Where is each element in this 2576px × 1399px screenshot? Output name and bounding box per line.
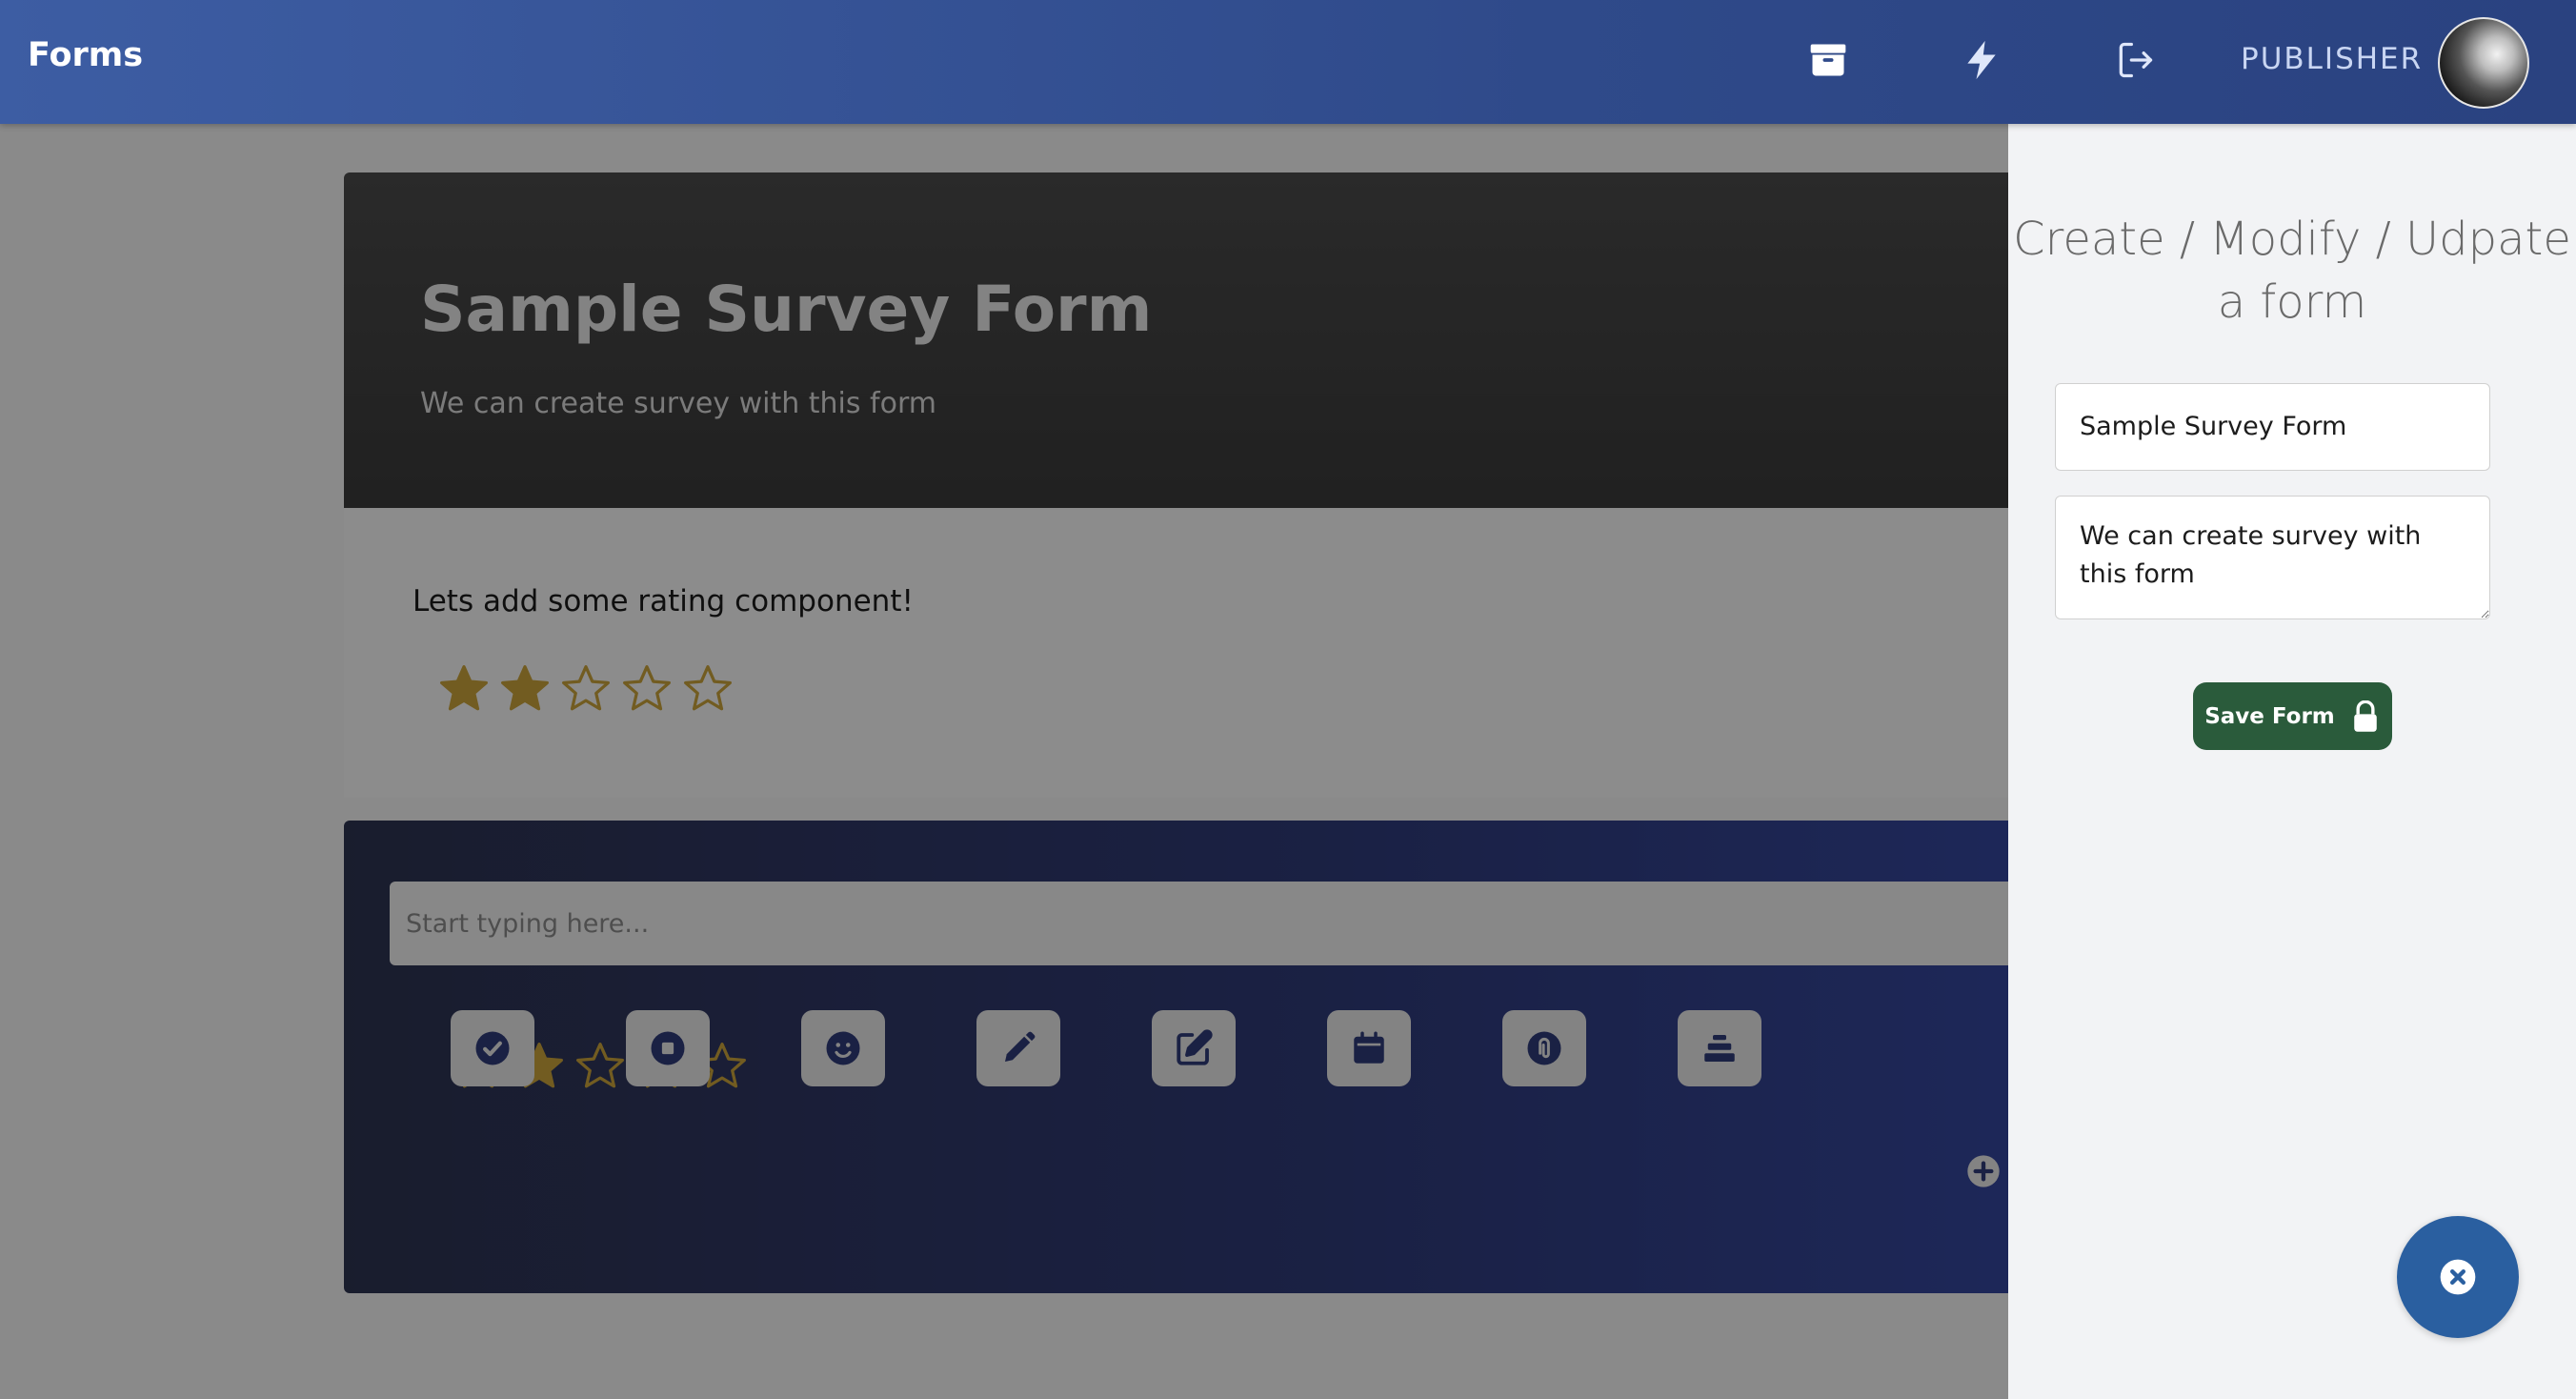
logout-icon[interactable] bbox=[2113, 38, 2157, 82]
close-panel-button[interactable] bbox=[2397, 1216, 2519, 1338]
top-navbar: Forms PUBLISHER bbox=[0, 0, 2576, 124]
avatar[interactable] bbox=[2438, 17, 2529, 109]
save-form-button[interactable]: Save Form bbox=[2193, 682, 2392, 750]
form-title-field[interactable]: Sample Survey Form bbox=[2055, 383, 2490, 471]
form-settings-panel: Create / Modify / Udpate a form Sample S… bbox=[2008, 124, 2576, 1399]
brand-title[interactable]: Forms bbox=[28, 36, 143, 74]
panel-title: Create / Modify / Udpate a form bbox=[2013, 213, 2571, 329]
form-description-field[interactable]: We can create survey with this form bbox=[2055, 496, 2490, 619]
close-icon bbox=[2440, 1259, 2476, 1295]
user-role-label[interactable]: PUBLISHER bbox=[2241, 42, 2423, 76]
lock-icon bbox=[2354, 700, 2377, 732]
modal-backdrop[interactable] bbox=[0, 124, 2008, 1399]
bolt-icon[interactable] bbox=[1960, 38, 2003, 82]
archive-icon[interactable] bbox=[1806, 38, 1850, 82]
save-form-label: Save Form bbox=[2204, 703, 2335, 729]
